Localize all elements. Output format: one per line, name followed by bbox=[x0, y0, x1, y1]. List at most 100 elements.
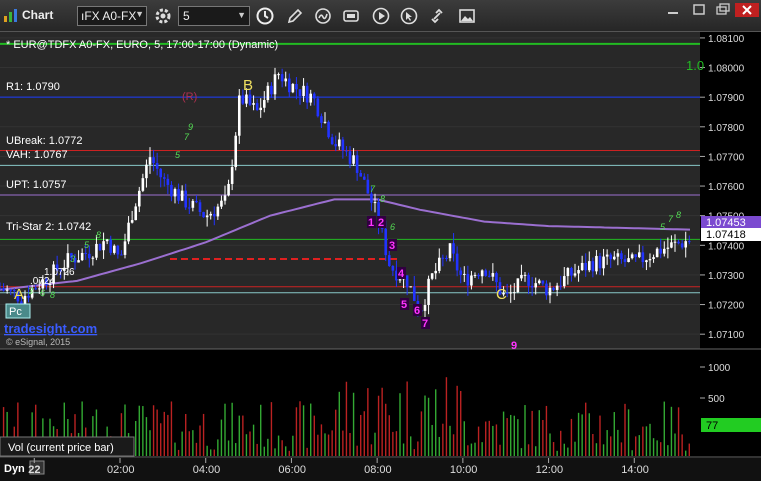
candle-body bbox=[102, 241, 105, 251]
price-tick-label: 1.07900 bbox=[708, 93, 745, 104]
candle-body bbox=[620, 253, 623, 260]
candle-body bbox=[623, 259, 627, 262]
candle-body bbox=[180, 190, 184, 201]
candle-body bbox=[152, 157, 155, 164]
candle-body bbox=[548, 287, 552, 296]
price-tick-label: 1.07800 bbox=[708, 123, 745, 134]
seq-number-4: 4 bbox=[398, 268, 405, 280]
candle-body bbox=[359, 172, 363, 177]
candle-body bbox=[216, 206, 220, 217]
candle-body bbox=[687, 241, 691, 243]
refresh-clock-icon[interactable] bbox=[254, 5, 276, 27]
symbol-value: ıFX A0-FX bbox=[81, 9, 137, 23]
candle-body bbox=[191, 200, 195, 208]
candle-body bbox=[145, 164, 148, 179]
interval-select[interactable]: 5 ▼ bbox=[178, 6, 250, 26]
candle-body bbox=[291, 83, 295, 93]
tradesight-watermark: tradesight.com bbox=[4, 321, 97, 336]
minimize-button[interactable] bbox=[662, 3, 684, 17]
candle-body bbox=[237, 95, 241, 136]
restore-button[interactable] bbox=[712, 3, 734, 17]
candle-body bbox=[516, 278, 520, 293]
candle-body bbox=[648, 259, 652, 261]
candle-body bbox=[259, 107, 263, 111]
symbol-input[interactable]: ıFX A0-FX ▼ bbox=[77, 6, 147, 26]
price-plot-background bbox=[0, 32, 700, 349]
candle-body bbox=[266, 85, 270, 101]
gear-icon[interactable] bbox=[152, 5, 174, 27]
candle-body bbox=[477, 274, 480, 277]
candle-body bbox=[277, 74, 280, 76]
chevron-down-icon[interactable]: ▼ bbox=[237, 10, 246, 20]
price-tick-label: 1.07600 bbox=[708, 182, 745, 193]
dyn-label[interactable]: Dyn bbox=[4, 463, 25, 475]
candle-body bbox=[202, 212, 205, 218]
volume-current-tag-text: 77 bbox=[706, 420, 718, 432]
candle-body bbox=[227, 183, 230, 196]
candle-body bbox=[605, 254, 609, 257]
candle-body bbox=[87, 253, 91, 259]
candle-body bbox=[252, 103, 255, 105]
candle-body bbox=[612, 256, 616, 260]
candle-body bbox=[587, 261, 591, 271]
close-button[interactable] bbox=[735, 3, 759, 17]
level-label-ubreak: UBreak: 1.0772 bbox=[6, 135, 82, 147]
candle-body bbox=[166, 178, 170, 185]
candle-body bbox=[245, 94, 248, 104]
price-tick-label: 1.07700 bbox=[708, 152, 745, 163]
time-tick-label: 14:00 bbox=[621, 464, 649, 476]
candle-body bbox=[445, 258, 448, 260]
candle-body bbox=[155, 163, 159, 169]
candle-body bbox=[5, 289, 9, 291]
candle-body bbox=[184, 190, 188, 208]
picture-icon[interactable] bbox=[456, 5, 478, 27]
candle-body bbox=[348, 151, 352, 164]
candle-body bbox=[434, 270, 438, 274]
candle-body bbox=[248, 94, 252, 105]
candle-body bbox=[284, 78, 288, 82]
level-label-0724: .0724 bbox=[30, 276, 55, 287]
price-tick-label: 1.07300 bbox=[708, 271, 745, 282]
candle-body bbox=[616, 253, 620, 257]
maximize-button[interactable] bbox=[688, 3, 710, 17]
candle-body bbox=[680, 243, 684, 248]
price-tick-label: 1.08000 bbox=[708, 64, 745, 75]
candle-body bbox=[270, 85, 273, 95]
candle-body bbox=[27, 295, 30, 298]
chevron-down-icon[interactable]: ▼ bbox=[135, 9, 144, 19]
candle-body bbox=[598, 255, 602, 269]
link-icon[interactable] bbox=[426, 5, 448, 27]
level-label-r1: R1: 1.0790 bbox=[6, 81, 60, 93]
candle-body bbox=[255, 103, 259, 111]
volume-tick-label: 500 bbox=[708, 394, 725, 405]
chart-area[interactable]: 1.081001.080001.079001.078001.077001.076… bbox=[0, 32, 761, 481]
candle-body bbox=[312, 93, 316, 99]
candle-body bbox=[141, 178, 145, 191]
candle-body bbox=[0, 288, 2, 290]
candle-body bbox=[423, 305, 427, 311]
candle-body bbox=[305, 85, 309, 103]
candle-body bbox=[234, 135, 238, 168]
svg-text:3: 3 bbox=[70, 254, 75, 264]
candle-body bbox=[320, 116, 323, 123]
candle-body bbox=[595, 255, 598, 272]
price-tick-label: 1.07200 bbox=[708, 301, 745, 312]
pencil-icon[interactable] bbox=[284, 5, 306, 27]
candle-body bbox=[673, 241, 677, 243]
candle-body bbox=[9, 289, 13, 291]
candle-body bbox=[334, 144, 338, 147]
candle-body bbox=[116, 245, 120, 255]
candle-body bbox=[230, 167, 234, 184]
candle-body bbox=[534, 283, 538, 288]
settings-panel-icon[interactable] bbox=[340, 5, 362, 27]
redraw-icon[interactable] bbox=[312, 5, 334, 27]
candle-body bbox=[523, 274, 527, 276]
candle-body bbox=[677, 241, 680, 244]
candle-body bbox=[177, 189, 180, 201]
candle-body bbox=[470, 275, 473, 286]
play-icon[interactable] bbox=[370, 5, 392, 27]
candle-body bbox=[84, 252, 88, 254]
candle-body bbox=[520, 274, 523, 279]
candle-body bbox=[170, 184, 173, 197]
cursor-icon[interactable] bbox=[398, 5, 420, 27]
